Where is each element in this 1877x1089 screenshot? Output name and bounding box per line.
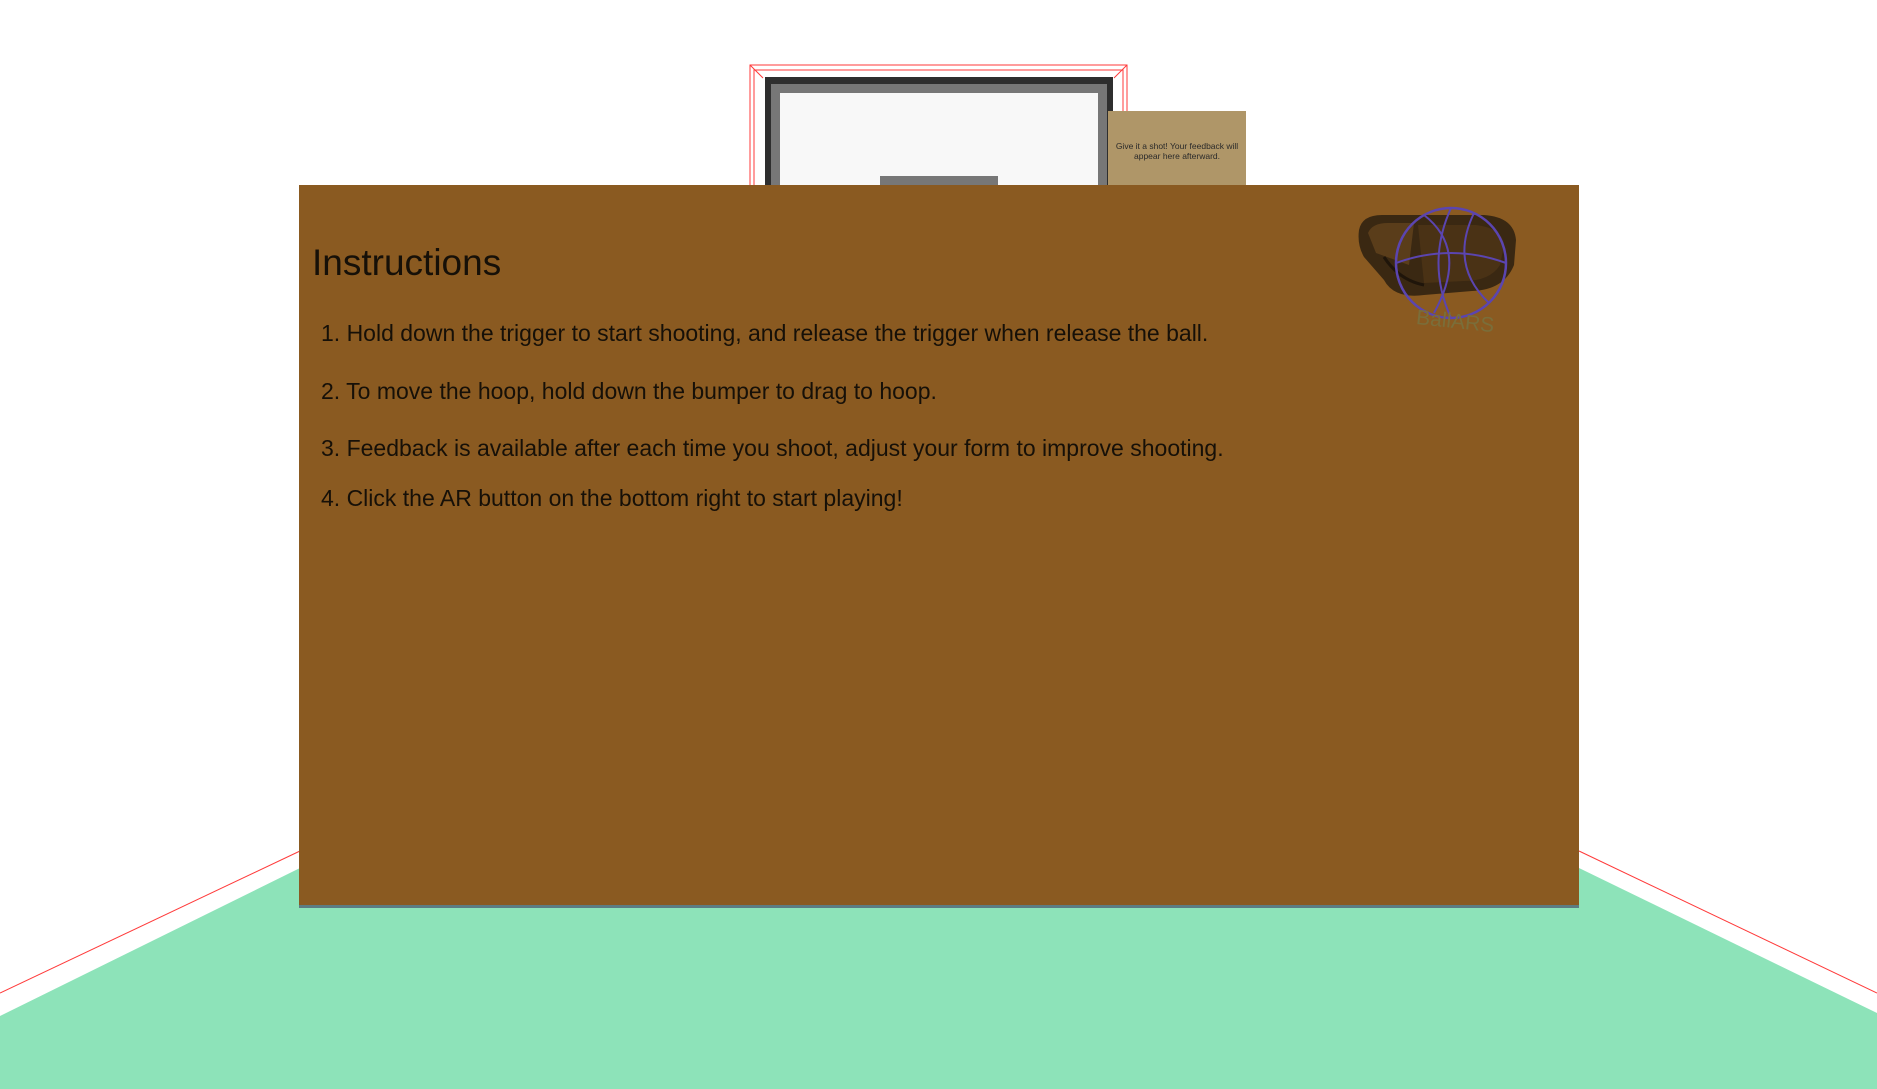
feedback-message: Give it a shot! Your feedback will appea… — [1115, 141, 1239, 161]
feedback-panel: Give it a shot! Your feedback will appea… — [1108, 111, 1246, 187]
vr-headset-basketball-icon — [1358, 206, 1516, 320]
instructions-panel: Instructions 1. Hold down the trigger to… — [299, 185, 1579, 908]
ballars-logo: BallARS — [1358, 206, 1516, 335]
instruction-step: 4. Click the AR button on the bottom rig… — [321, 485, 903, 511]
logo-text: BallARS — [1415, 306, 1495, 335]
instruction-step: 1. Hold down the trigger to start shooti… — [321, 320, 1209, 346]
hoop-backboard[interactable] — [765, 77, 1113, 192]
instruction-step: 3. Feedback is available after each time… — [321, 435, 1224, 461]
instructions-title: Instructions — [312, 242, 502, 283]
instruction-step: 2. To move the hoop, hold down the bumpe… — [321, 378, 937, 404]
